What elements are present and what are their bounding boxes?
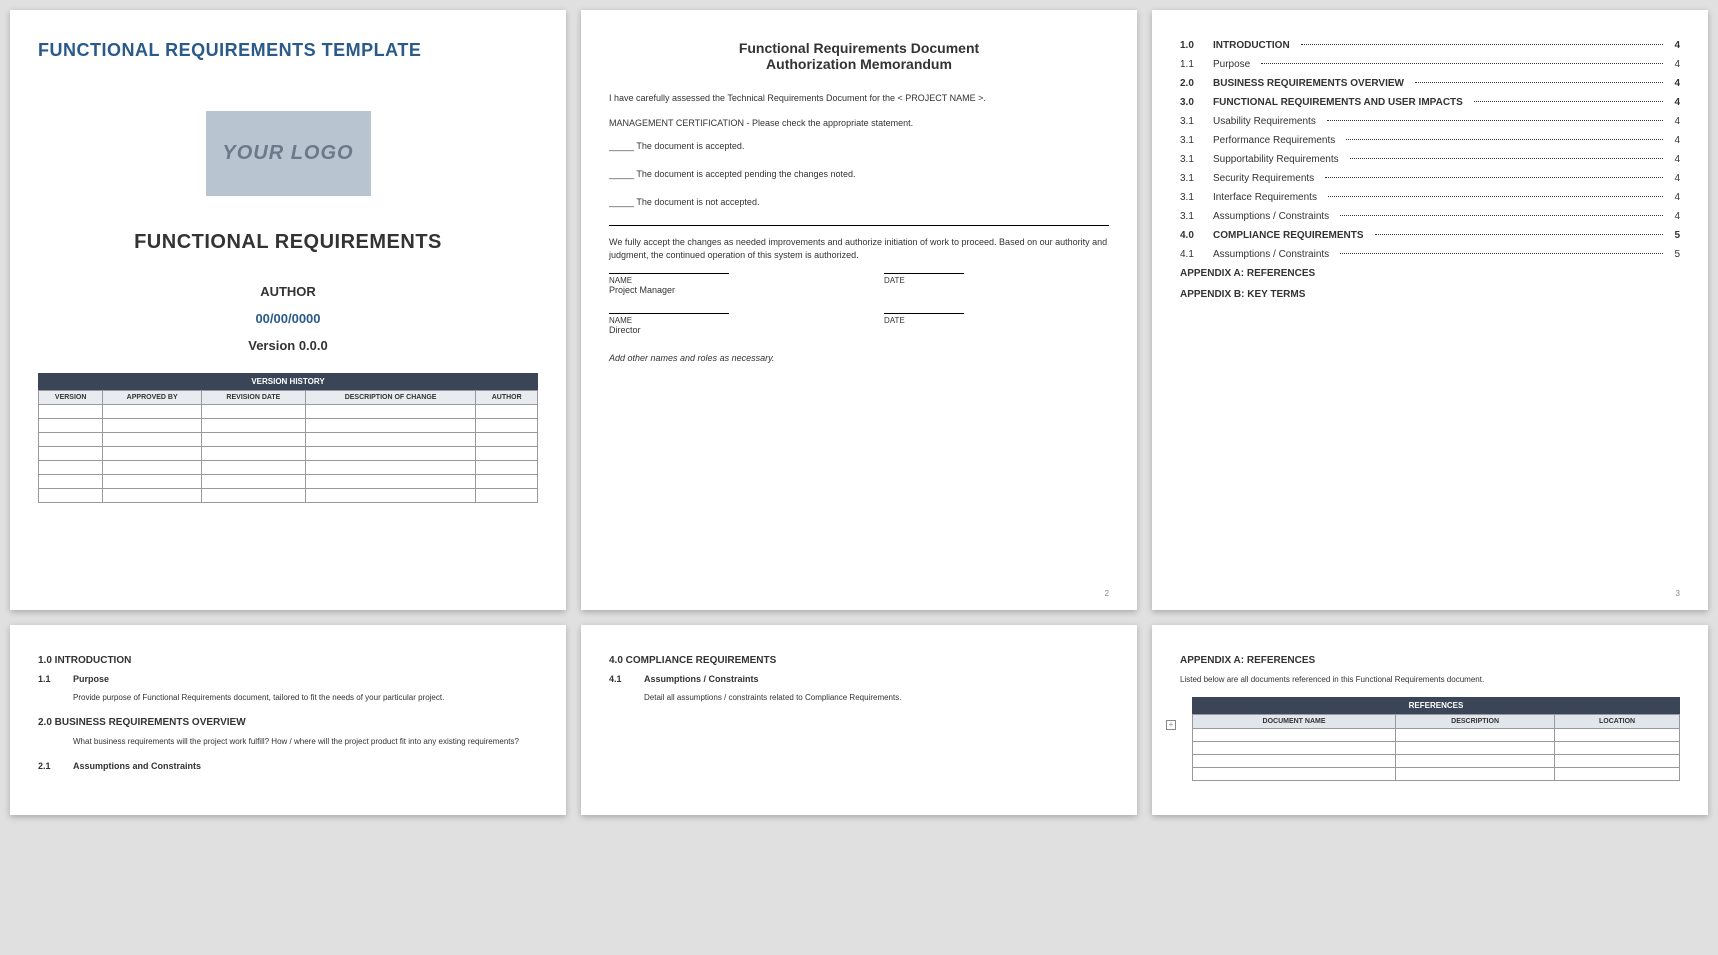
auth-title: Functional Requirements Document Authori… xyxy=(609,40,1109,72)
version-history-table: VERSIONAPPROVED BYREVISION DATEDESCRIPTI… xyxy=(38,390,538,503)
option-pending: The document is accepted pending the cha… xyxy=(609,169,1109,179)
toc-entry: 3.1Assumptions / Constraints4 xyxy=(1180,211,1680,222)
page-number: 3 xyxy=(1676,589,1680,598)
section-2: 2.0 BUSINESS REQUIREMENTS OVERVIEW xyxy=(38,717,538,728)
appendix-a: APPENDIX A: REFERENCES xyxy=(1180,268,1680,279)
template-header: FUNCTIONAL REQUIREMENTS TEMPLATE xyxy=(38,40,538,61)
toc-entry: 1.1Purpose4 xyxy=(1180,59,1680,70)
page-1: FUNCTIONAL REQUIREMENTS TEMPLATE YOUR LO… xyxy=(10,10,566,610)
table-of-contents: 1.0INTRODUCTION4 1.1Purpose4 2.0BUSINESS R… xyxy=(1180,40,1680,260)
signature-row-1: NAME Project Manager DATE xyxy=(609,273,1109,295)
toc-entry: 1.0INTRODUCTION4 xyxy=(1180,40,1680,51)
option-accepted: The document is accepted. xyxy=(609,141,1109,151)
section-1: 1.0 INTRODUCTION xyxy=(38,655,538,666)
page-2: Functional Requirements Document Authori… xyxy=(581,10,1137,610)
date-value: 00/00/0000 xyxy=(38,311,538,326)
version-value: Version 0.0.0 xyxy=(38,338,538,353)
ref-intro: Listed below are all documents reference… xyxy=(1180,674,1680,685)
appendix-b: APPENDIX B: KEY TERMS xyxy=(1180,289,1680,300)
page-4: 1.0 INTRODUCTION 1.1Purpose Provide purp… xyxy=(10,625,566,815)
author-label: AUTHOR xyxy=(38,284,538,299)
add-note: Add other names and roles as necessary. xyxy=(609,353,1109,363)
references-header: REFERENCES xyxy=(1192,697,1680,714)
toc-entry: 3.1Interface Requirements4 xyxy=(1180,192,1680,203)
page-number: 2 xyxy=(1105,589,1109,598)
toc-entry: 4.0COMPLIANCE REQUIREMENTS5 xyxy=(1180,230,1680,241)
toc-entry: 3.0FUNCTIONAL REQUIREMENTS AND USER IMPA… xyxy=(1180,97,1680,108)
page-5: 4.0 COMPLIANCE REQUIREMENTS 4.1Assumptio… xyxy=(581,625,1137,815)
option-not-accepted: The document is not accepted. xyxy=(609,197,1109,207)
signature-row-2: NAME Director DATE xyxy=(609,313,1109,335)
toc-entry: 4.1Assumptions / Constraints5 xyxy=(1180,249,1680,260)
appendix-a-title: APPENDIX A: REFERENCES xyxy=(1180,655,1680,666)
references-table: DOCUMENT NAMEDESCRIPTIONLOCATION xyxy=(1192,714,1680,781)
compliance-body: Detail all assumptions / constraints rel… xyxy=(644,692,1109,703)
expand-icon[interactable]: + xyxy=(1166,720,1176,730)
divider xyxy=(609,225,1109,226)
doc-title: FUNCTIONAL REQUIREMENTS xyxy=(38,231,538,254)
toc-entry: 3.1Supportability Requirements4 xyxy=(1180,154,1680,165)
toc-entry: 2.0BUSINESS REQUIREMENTS OVERVIEW4 xyxy=(1180,78,1680,89)
toc-entry: 3.1Usability Requirements4 xyxy=(1180,116,1680,127)
purpose-body: Provide purpose of Functional Requiremen… xyxy=(73,692,538,703)
assess-text: I have carefully assessed the Technical … xyxy=(609,92,1109,105)
biz-body: What business requirements will the proj… xyxy=(73,736,538,747)
page-3: 1.0INTRODUCTION4 1.1Purpose4 2.0BUSINESS R… xyxy=(1152,10,1708,610)
toc-entry: 3.1Security Requirements4 xyxy=(1180,173,1680,184)
section-4: 4.0 COMPLIANCE REQUIREMENTS xyxy=(609,655,1109,666)
page-6: APPENDIX A: REFERENCES Listed below are … xyxy=(1152,625,1708,815)
version-history-header: VERSION HISTORY xyxy=(38,373,538,390)
cert-text: MANAGEMENT CERTIFICATION - Please check … xyxy=(609,117,1109,130)
accept-text: We fully accept the changes as needed im… xyxy=(609,236,1109,261)
toc-entry: 3.1Performance Requirements4 xyxy=(1180,135,1680,146)
logo-placeholder: YOUR LOGO xyxy=(206,111,371,196)
